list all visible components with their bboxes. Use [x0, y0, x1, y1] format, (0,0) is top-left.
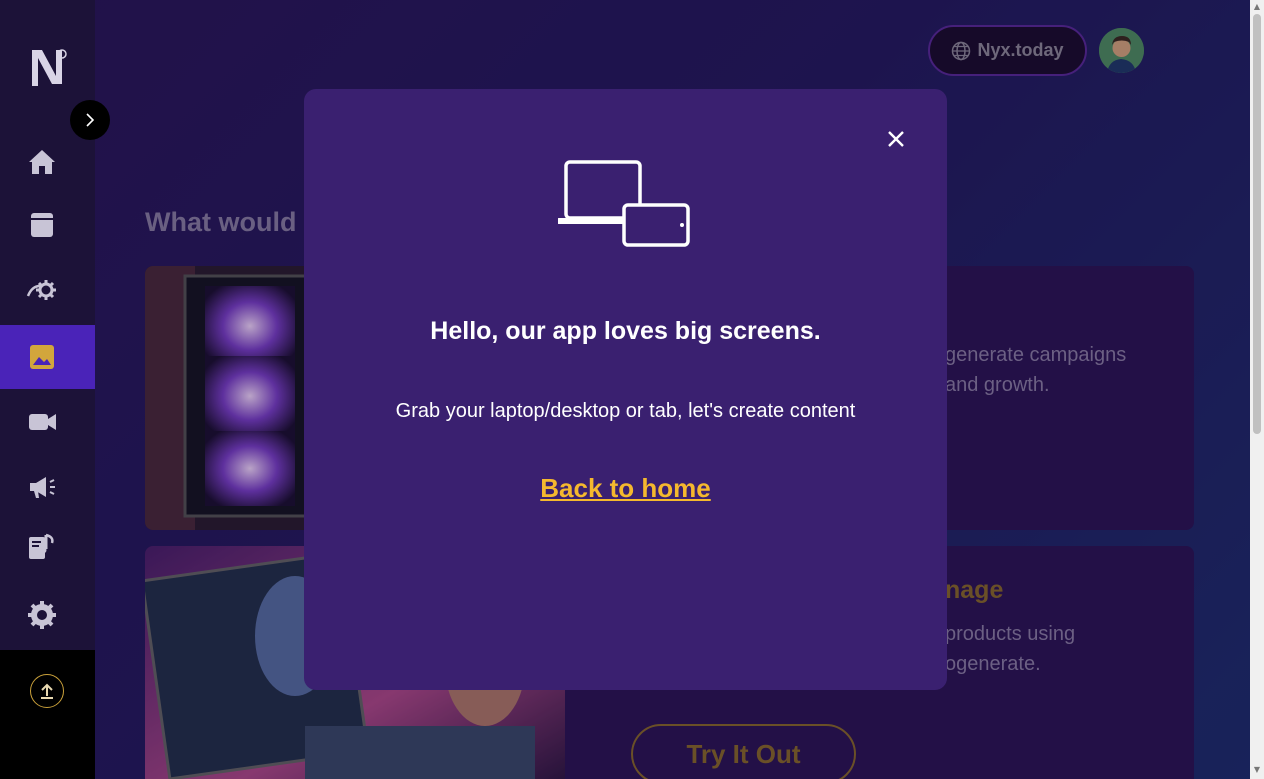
sidebar-item-home[interactable]	[0, 130, 95, 194]
video-camera-icon	[28, 414, 56, 430]
sidebar	[0, 0, 110, 779]
sidebar-expand-button[interactable]	[70, 100, 110, 140]
back-to-home-link[interactable]: Back to home	[304, 473, 947, 504]
gear-icon	[27, 601, 56, 629]
document-icon	[30, 213, 53, 237]
sidebar-item-automation[interactable]	[0, 258, 95, 322]
sidebar-item-documents[interactable]	[0, 193, 95, 257]
sidebar-item-video[interactable]	[0, 390, 95, 454]
scroll-thumb[interactable]	[1253, 14, 1261, 434]
chevron-right-icon	[86, 113, 95, 127]
sidebar-item-images[interactable]	[0, 325, 95, 389]
laptop-tablet-icon	[558, 160, 690, 247]
nyx-logo-icon[interactable]	[28, 46, 70, 90]
modal-subtitle: Grab your laptop/desktop or tab, let's c…	[395, 400, 856, 422]
image-icon	[29, 345, 54, 369]
page-scrollbar[interactable]: ▲ ▼	[1250, 0, 1264, 779]
sidebar-item-audio[interactable]	[0, 515, 95, 579]
scroll-up-icon[interactable]: ▲	[1253, 3, 1261, 11]
close-icon	[888, 131, 904, 147]
music-note-icon	[28, 533, 54, 559]
sidebar-item-settings[interactable]	[0, 583, 95, 647]
big-screen-modal: Hello, our app loves big screens. Grab y…	[304, 89, 947, 690]
upload-arrow-icon	[41, 683, 53, 699]
close-button[interactable]	[884, 127, 908, 151]
upload-button[interactable]	[30, 674, 64, 708]
modal-title: Hello, our app loves big screens.	[430, 317, 821, 345]
sidebar-footer	[0, 650, 95, 779]
home-icon	[28, 150, 55, 174]
sidebar-item-campaigns[interactable]	[0, 455, 95, 519]
scroll-down-icon[interactable]: ▼	[1253, 766, 1261, 774]
gear-arrow-icon	[26, 280, 56, 300]
megaphone-icon	[29, 477, 55, 498]
